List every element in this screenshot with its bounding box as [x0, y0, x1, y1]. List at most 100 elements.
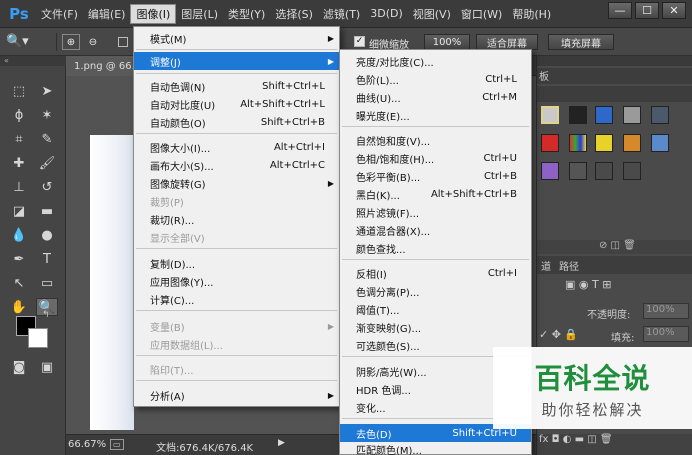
menu-item-curves[interactable]: 曲线(U)... Ctrl+M — [340, 88, 531, 106]
eyedropper-tool-icon[interactable]: ✎ — [36, 130, 58, 148]
swap-colors-icon[interactable]: ↰ — [42, 310, 50, 320]
menu-item-brightness-contrast[interactable]: 亮度/对比度(C)... — [340, 52, 531, 70]
zoom-out-icon[interactable]: ⊖ — [84, 34, 102, 50]
scrubby-zoom-checkbox[interactable]: ✓ — [354, 36, 365, 47]
fill-input[interactable]: 100% — [643, 326, 689, 342]
healing-brush-tool-icon[interactable]: ✚ — [8, 154, 30, 172]
gradient-tool-icon[interactable]: ▬ — [36, 202, 58, 220]
swatch-blue[interactable] — [595, 106, 613, 124]
option-checkbox[interactable] — [118, 37, 128, 47]
menu-item-trim[interactable]: 裁切(R)... — [134, 210, 339, 228]
status-icon[interactable]: ▭ — [110, 439, 124, 450]
close-button[interactable]: ✕ — [662, 2, 686, 19]
menu-item-calculations[interactable]: 计算(C)... — [134, 290, 339, 308]
actual-pixels-button[interactable]: 100% — [424, 34, 470, 50]
layers-bottom-icons[interactable]: fx ◘ ◐ ▬ ◫ 🗑 — [537, 434, 692, 455]
image-canvas[interactable] — [90, 135, 134, 430]
menu-file[interactable]: 文件(F) — [36, 1, 83, 27]
menu-view[interactable]: 视图(V) — [408, 1, 456, 27]
blur-tool-icon[interactable]: 💧 — [8, 226, 30, 244]
move-tool-icon[interactable]: ➤ — [36, 82, 58, 100]
menu-window[interactable]: 窗口(W) — [456, 1, 507, 27]
lock-icons[interactable]: ✓ ✥ 🔒 — [539, 328, 578, 341]
marquee-tool-icon[interactable]: ⬚ — [8, 82, 30, 100]
swatch-empty-1[interactable] — [595, 162, 613, 180]
swatches-tab[interactable]: 板 — [537, 68, 692, 84]
document-tab[interactable]: 1.png @ 66. — [66, 56, 138, 76]
type-tool-icon[interactable]: T — [36, 250, 58, 268]
menu-edit[interactable]: 编辑(E) — [83, 1, 131, 27]
menu-item-canvas-size[interactable]: 画布大小(S)... Alt+Ctrl+C — [134, 156, 339, 174]
menu-item-auto-color[interactable]: 自动颜色(O) Shift+Ctrl+B — [134, 113, 339, 131]
menu-item-auto-tone[interactable]: 自动色调(N) Shift+Ctrl+L — [134, 77, 339, 95]
restore-button[interactable]: ☐ — [635, 2, 659, 19]
brush-tool-icon[interactable]: 🖌 — [36, 154, 58, 172]
pen-tool-icon[interactable]: ✒ — [8, 250, 30, 268]
screen-mode-icon[interactable]: ▣ — [36, 358, 58, 376]
swatch-red[interactable] — [541, 134, 559, 152]
menu-item-posterize[interactable]: 色调分离(P)... — [340, 282, 531, 300]
swatch-silver[interactable] — [623, 106, 641, 124]
history-brush-tool-icon[interactable]: ↺ — [36, 178, 58, 196]
menu-item-match-color[interactable]: 匹配颜色(M)... — [340, 442, 531, 455]
menu-item-invert[interactable]: 反相(I) Ctrl+I — [340, 264, 531, 282]
menu-item-analysis[interactable]: 分析(A) ▶ — [134, 386, 339, 404]
menu-type[interactable]: 类型(Y) — [223, 1, 270, 27]
menu-item-hue-saturation[interactable]: 色相/饱和度(H)... Ctrl+U — [340, 149, 531, 167]
menu-item-levels[interactable]: 色阶(L)... Ctrl+L — [340, 70, 531, 88]
lasso-tool-icon[interactable]: ϕ — [8, 106, 30, 124]
hand-tool-icon[interactable]: ✋ — [8, 298, 30, 316]
menu-item-duplicate[interactable]: 复制(D)... — [134, 254, 339, 272]
menu-item-channel-mixer[interactable]: 通道混合器(X)... — [340, 221, 531, 239]
menu-item-mode[interactable]: 模式(M) ▶ — [134, 29, 339, 47]
eraser-tool-icon[interactable]: ◪ — [8, 202, 30, 220]
fit-screen-button[interactable]: 适合屏幕 — [476, 34, 538, 50]
swatch-spectrum[interactable] — [569, 134, 587, 152]
menu-item-gradient-map[interactable]: 渐变映射(G)... — [340, 318, 531, 336]
swatch-orange[interactable] — [623, 134, 641, 152]
path-selection-tool-icon[interactable]: ↖ — [8, 274, 30, 292]
minimize-button[interactable]: — — [608, 2, 632, 19]
menu-item-image-rotation[interactable]: 图像旋转(G) ▶ — [134, 174, 339, 192]
menu-item-black-white[interactable]: 黑白(K)... Alt+Shift+Ctrl+B — [340, 185, 531, 203]
swatch-light-blue[interactable] — [651, 134, 669, 152]
menu-3d[interactable]: 3D(D) — [365, 1, 408, 27]
menu-item-exposure[interactable]: 曝光度(E)... — [340, 106, 531, 124]
menu-item-adjustments[interactable]: 调整(J) ▶ — [134, 52, 339, 70]
menu-image[interactable]: 图像(I) — [130, 3, 177, 24]
menu-filter[interactable]: 滤镜(T) — [318, 1, 365, 27]
menu-item-apply-image[interactable]: 应用图像(Y)... — [134, 272, 339, 290]
dodge-tool-icon[interactable]: ● — [36, 226, 58, 244]
layer-filter-icons[interactable]: ▣ ◉ T ⊞ — [537, 278, 692, 300]
menu-help[interactable]: 帮助(H) — [507, 1, 556, 27]
menu-item-auto-contrast[interactable]: 自动对比度(U) Alt+Shift+Ctrl+L — [134, 95, 339, 113]
menu-item-color-lookup[interactable]: 颜色查找... — [340, 239, 531, 257]
zoom-tool-preset-icon[interactable]: 🔍▾ — [6, 34, 36, 50]
rectangle-tool-icon[interactable]: ▭ — [36, 274, 58, 292]
swatch-yellow[interactable] — [595, 134, 613, 152]
channels-tab[interactable]: 道 — [537, 258, 555, 273]
menu-item-photo-filter[interactable]: 照片滤镜(F)... — [340, 203, 531, 221]
swatch-empty-2[interactable] — [623, 162, 641, 180]
menu-layer[interactable]: 图层(L) — [176, 1, 223, 27]
menu-select[interactable]: 选择(S) — [270, 1, 318, 27]
crop-tool-icon[interactable]: ⌗ — [8, 130, 30, 148]
menu-item-color-balance[interactable]: 色彩平衡(B)... Ctrl+B — [340, 167, 531, 185]
menu-item-vibrance[interactable]: 自然饱和度(V)... — [340, 131, 531, 149]
status-menu-arrow-icon[interactable]: ▶ — [278, 438, 285, 448]
opacity-input[interactable]: 100% — [643, 303, 689, 319]
magic-wand-tool-icon[interactable]: ✶ — [36, 106, 58, 124]
swatch-gray[interactable] — [541, 106, 559, 124]
swatch-purple[interactable] — [541, 162, 559, 180]
fill-screen-button[interactable]: 填充屏幕 — [548, 34, 614, 50]
menu-item-threshold[interactable]: 阈值(T)... — [340, 300, 531, 318]
zoom-in-icon[interactable]: ⊕ — [62, 34, 80, 50]
menu-item-image-size[interactable]: 图像大小(I)... Alt+Ctrl+I — [134, 138, 339, 156]
clone-stamp-tool-icon[interactable]: ⊥ — [8, 178, 30, 196]
background-color-swatch[interactable] — [28, 328, 48, 348]
swatch-dark-gray[interactable] — [569, 162, 587, 180]
swatch-black[interactable] — [569, 106, 587, 124]
quick-mask-icon[interactable]: ◙ — [8, 358, 30, 376]
swatch-slate[interactable] — [651, 106, 669, 124]
paths-tab[interactable]: 路径 — [555, 258, 583, 273]
